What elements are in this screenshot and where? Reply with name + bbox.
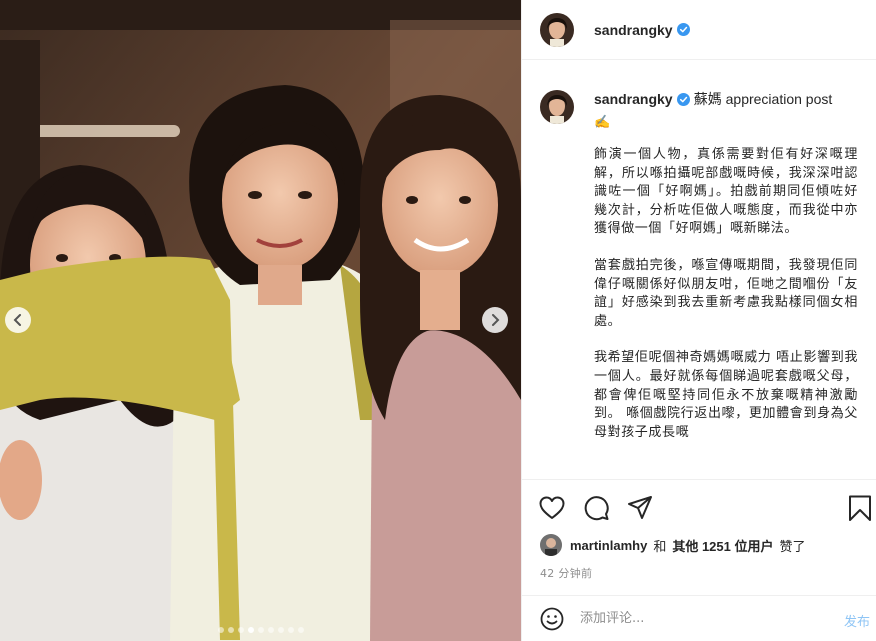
- comment-input[interactable]: [580, 611, 810, 626]
- comment-form: 发布: [522, 595, 876, 641]
- post-detail-panel: sandrangky sandrangky 蘇媽 appreciation po…: [521, 0, 876, 641]
- chevron-left-icon: [13, 314, 21, 326]
- liker-avatar[interactable]: [540, 534, 562, 556]
- smiley-icon[interactable]: [540, 607, 564, 631]
- likes-summary[interactable]: martinlamhy 和 其他 1251 位用户 赞了: [540, 534, 806, 556]
- caption-section: sandrangky 蘇媽 appreciation post ✍️ 飾演一個人…: [522, 72, 876, 478]
- caption-paragraph-2: 當套戲拍完後，喺宣傳嘅期間，我發現佢同偉仔嘅關係好似朋友咁，佢哋之間嗰份「友誼」…: [594, 257, 858, 329]
- verified-badge-icon: [676, 23, 690, 36]
- avatar[interactable]: [540, 12, 574, 47]
- carousel-dot: [287, 627, 294, 633]
- bookmark-icon[interactable]: [846, 494, 874, 522]
- writing-hand-icon: ✍️: [594, 115, 611, 130]
- chevron-right-icon: [492, 314, 500, 326]
- liker-username[interactable]: martinlamhy: [570, 538, 647, 553]
- username[interactable]: sandrangky: [594, 22, 673, 38]
- post-photo: [0, 0, 521, 641]
- profile-photo: [540, 90, 574, 124]
- caption-paragraph-1: 飾演一個人物，真係需要對佢有好深嘅理解，所以喺拍攝呢部戲嘅時候，我深深咁認識咗一…: [594, 147, 858, 237]
- carousel-dot: [277, 627, 284, 633]
- post-timestamp[interactable]: 42 分钟前: [540, 565, 592, 581]
- likes-others-link[interactable]: 其他 1251 位用户: [672, 536, 773, 555]
- profile-photo: [540, 12, 574, 47]
- action-bar: [522, 479, 876, 537]
- next-slide-button[interactable]: [482, 307, 508, 333]
- paper-plane-icon[interactable]: [626, 494, 654, 522]
- post-media[interactable]: [0, 0, 521, 641]
- carousel-dot: [297, 627, 304, 633]
- caption-paragraph-3: 我希望佢呢個神奇媽媽嘅威力 唔止影響到我一個人。最好就係每個睇過呢套戲嘅父母，都…: [594, 350, 858, 440]
- likes-suffix: 赞了: [779, 538, 806, 554]
- post-header: sandrangky: [522, 0, 876, 60]
- previous-slide-button[interactable]: [5, 307, 31, 333]
- carousel-dot: [247, 627, 254, 633]
- carousel-dot: [237, 627, 244, 633]
- carousel-dot: [267, 627, 274, 633]
- caption-avatar[interactable]: [540, 90, 574, 124]
- carousel-dot: [257, 627, 264, 633]
- caption-text: sandrangky 蘇媽 appreciation post ✍️ 飾演一個人…: [594, 90, 858, 442]
- post-comment-button[interactable]: 发布: [844, 611, 870, 630]
- caption-title: 蘇媽 appreciation post: [693, 91, 833, 107]
- likes-connector: 和: [653, 538, 667, 554]
- heart-icon[interactable]: [538, 494, 566, 522]
- carousel-dot: [217, 627, 224, 633]
- verified-badge-icon: [676, 93, 690, 106]
- caption-username[interactable]: sandrangky: [594, 91, 673, 107]
- comment-bubble-icon[interactable]: [582, 494, 610, 522]
- carousel-dot: [227, 627, 234, 633]
- liker-photo: [540, 534, 562, 556]
- carousel-indicator: [0, 627, 521, 633]
